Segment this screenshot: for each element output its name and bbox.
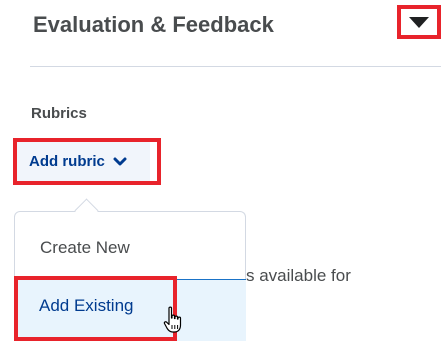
- hand-pointer-icon: [163, 306, 182, 333]
- chevron-down-icon: [113, 157, 127, 165]
- section-divider: [30, 66, 441, 67]
- add-rubric-label: Add rubric: [29, 152, 105, 170]
- background-text: s available for: [246, 266, 351, 285]
- collapse-toggle-button[interactable]: [397, 5, 441, 39]
- triangle-down-icon: [409, 17, 429, 28]
- section-title: Evaluation & Feedback: [33, 12, 274, 37]
- add-rubric-button[interactable]: Add rubric: [13, 138, 161, 185]
- evaluation-feedback-panel: Evaluation & Feedback Rubrics Add rubric…: [0, 0, 441, 341]
- add-rubric-button-inner[interactable]: Add rubric: [17, 142, 150, 181]
- menu-item-create-new[interactable]: Create New: [14, 226, 246, 270]
- menu-item-add-existing-label: Add Existing: [39, 296, 134, 315]
- rubrics-label: Rubrics: [31, 105, 87, 122]
